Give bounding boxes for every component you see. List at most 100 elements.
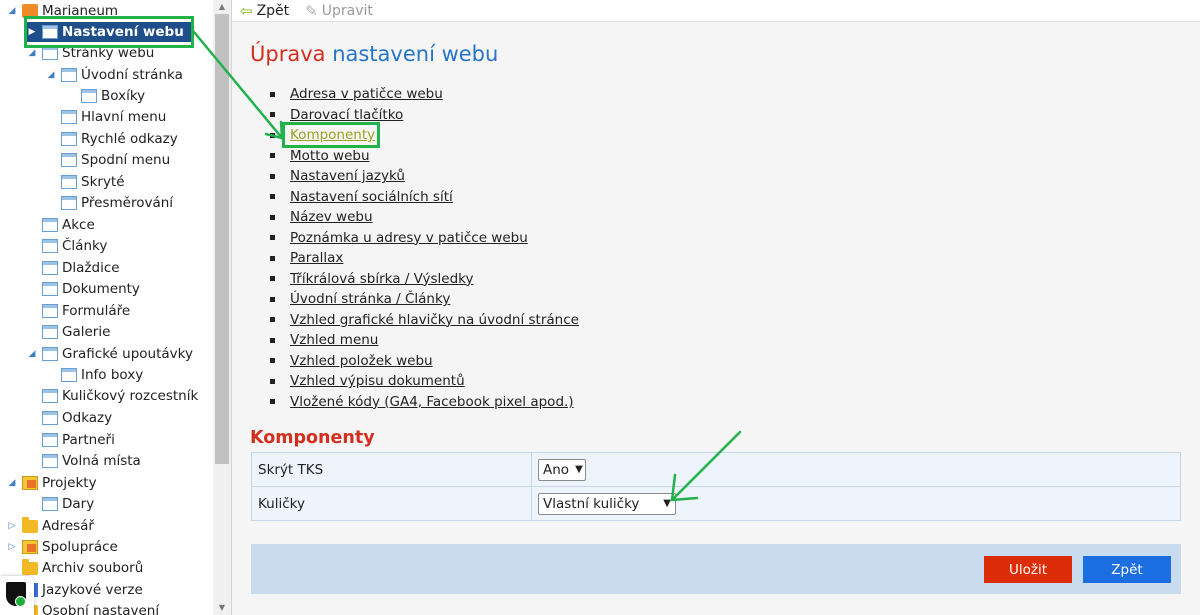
- expand-triangle-icon[interactable]: ◢: [6, 6, 18, 16]
- tree-node-presmerovani[interactable]: Přesměrování: [45, 193, 173, 213]
- back-button-label: Zpět: [256, 2, 290, 19]
- tree-node-kulickovy-rozcestnik[interactable]: Kuličkový rozcestník: [26, 386, 198, 406]
- settings-link[interactable]: Úvodní stránka / Články: [290, 291, 450, 307]
- page-icon: [61, 132, 77, 146]
- settings-link[interactable]: Motto webu: [290, 148, 370, 164]
- tree-node-label: Projekty: [42, 475, 97, 491]
- kulicky-select[interactable]: Vlastní kuličky ▼: [538, 492, 676, 515]
- save-button[interactable]: Uložit: [984, 556, 1072, 583]
- tree-node-label: Spolupráce: [42, 539, 118, 555]
- settings-link[interactable]: Tříkrálová sbírka / Výsledky: [290, 271, 474, 287]
- settings-link[interactable]: Název webu: [290, 209, 373, 225]
- tree-node-archiv-souboru[interactable]: Archiv souborů: [6, 558, 143, 578]
- tree-node-label: Hlavní menu: [81, 109, 167, 125]
- page-icon: [61, 110, 77, 124]
- site-tree-panel: ◢ Marianeum ▶ Nastavení webu ◢ Stránky w…: [0, 0, 232, 615]
- expand-triangle-icon[interactable]: ◢: [26, 48, 38, 58]
- tree-node-label: Články: [62, 238, 108, 254]
- tree-node-label: Dlaždice: [62, 260, 120, 276]
- tree-node-boxiky[interactable]: Boxíky: [65, 86, 145, 106]
- expand-triangle-icon[interactable]: ◢: [26, 349, 38, 359]
- page-icon: [42, 497, 58, 511]
- scroll-up-arrow-icon[interactable]: ▲: [213, 0, 231, 14]
- expand-triangle-icon[interactable]: ◢: [6, 478, 18, 488]
- page-icon: [42, 325, 58, 339]
- settings-link[interactable]: Vzhled výpisu dokumentů: [290, 373, 465, 389]
- scroll-down-arrow-icon[interactable]: ▼: [213, 601, 231, 615]
- tree-node-label: Spodní menu: [81, 152, 171, 168]
- page-title-rest: nastavení webu: [332, 42, 499, 66]
- back-arrow-icon: ⇦: [240, 1, 253, 20]
- tree-node-projekty[interactable]: ◢ Projekty: [6, 473, 97, 493]
- collapsed-triangle-icon[interactable]: ▷: [6, 521, 18, 531]
- settings-link[interactable]: Adresa v patičce webu: [290, 86, 443, 102]
- skryt-tks-select[interactable]: Ano ▼: [538, 458, 586, 481]
- settings-link[interactable]: Poznámka u adresy v patičce webu: [290, 230, 528, 246]
- tree-node-label: Odkazy: [62, 410, 113, 426]
- page-icon: [61, 368, 77, 382]
- tree-scrollbar[interactable]: ▲ ▼: [213, 0, 231, 615]
- tree-node-formulare[interactable]: Formuláře: [26, 301, 130, 321]
- expand-triangle-icon[interactable]: ◢: [45, 70, 57, 80]
- page-icon: [42, 218, 58, 232]
- tree-node-adresar[interactable]: ▷ Adresář: [6, 516, 94, 536]
- back-footer-button[interactable]: Zpět: [1083, 556, 1171, 583]
- settings-link[interactable]: Vzhled grafické hlavičky na úvodní strán…: [290, 312, 579, 328]
- settings-link[interactable]: Darovací tlačítko: [290, 107, 403, 123]
- annotation-box-selected-node: [24, 16, 194, 48]
- page-icon: [61, 68, 77, 82]
- tree-node-galerie[interactable]: Galerie: [26, 322, 110, 342]
- page-icon: [81, 89, 97, 103]
- chevron-down-icon: ▼: [575, 464, 583, 475]
- tree-node-akce[interactable]: Akce: [26, 215, 95, 235]
- tree-node-uvodni-stranka[interactable]: ◢ Úvodní stránka: [45, 65, 183, 85]
- list-item: Vzhled výpisu dokumentů: [270, 371, 579, 392]
- folder-multi-icon: [22, 540, 38, 554]
- select-value: Vlastní kuličky: [543, 495, 640, 512]
- tree-node-graficke-upoutavky[interactable]: ◢ Grafické upoutávky: [26, 344, 193, 364]
- edit-button[interactable]: ✎ Upravit: [305, 2, 373, 20]
- tree-node-label: Boxíky: [101, 88, 146, 104]
- tree-node-spoluprace[interactable]: ▷ Spolupráce: [6, 537, 118, 557]
- list-item: Nastavení sociálních sítí: [270, 187, 579, 208]
- settings-link[interactable]: Vzhled položek webu: [290, 353, 433, 369]
- tree-node-dokumenty[interactable]: Dokumenty: [26, 279, 140, 299]
- section-title: Komponenty: [250, 428, 375, 448]
- page-title: Úprava nastavení webu: [250, 42, 498, 66]
- page-icon: [61, 175, 77, 189]
- tree-node-label: Dokumenty: [62, 281, 140, 297]
- annotation-box-komponenty-link: [282, 122, 380, 148]
- tree-node-info-boxy[interactable]: Info boxy: [45, 365, 143, 385]
- list-item: Motto webu: [270, 146, 579, 167]
- settings-link[interactable]: Nastavení jazyků: [290, 168, 405, 184]
- tree-node-label: Formuláře: [62, 303, 131, 319]
- pencil-icon: ✎: [305, 1, 318, 20]
- collapsed-triangle-icon[interactable]: ▷: [6, 542, 18, 552]
- tree-node-label: Akce: [62, 217, 95, 233]
- settings-link[interactable]: Nastavení sociálních sítí: [290, 189, 453, 205]
- tree-node-rychle-odkazy[interactable]: Rychlé odkazy: [45, 129, 178, 149]
- scrollbar-thumb[interactable]: [215, 14, 229, 464]
- tree-node-skryte[interactable]: Skryté: [45, 172, 125, 192]
- tree-node-dary[interactable]: Dary: [26, 494, 94, 514]
- tree-node-hlavni-menu[interactable]: Hlavní menu: [45, 107, 166, 127]
- settings-link[interactable]: Vzhled menu: [290, 332, 378, 348]
- tree-node-label: Grafické upoutávky: [62, 346, 193, 362]
- tree-node-dlazdice[interactable]: Dlaždice: [26, 258, 120, 278]
- tree-node-volna-mista[interactable]: Volná místa: [26, 451, 141, 471]
- back-button[interactable]: ⇦ Zpět: [240, 2, 289, 20]
- settings-link[interactable]: Parallax: [290, 250, 343, 266]
- tree-node-spodni-menu[interactable]: Spodní menu: [45, 150, 170, 170]
- security-shield-badge[interactable]: [0, 576, 34, 615]
- page-icon: [42, 304, 58, 318]
- tree-node-clanky[interactable]: Články: [26, 236, 107, 256]
- page-title-first-word: Úprava: [250, 42, 326, 66]
- page-icon: [42, 433, 58, 447]
- action-bar: Uložit Zpět: [251, 544, 1181, 594]
- settings-link[interactable]: Vložené kódy (GA4, Facebook pixel apod.): [290, 394, 574, 410]
- table-row: Kuličky Vlastní kuličky ▼: [251, 486, 1181, 521]
- setting-label: Kuličky: [251, 486, 532, 521]
- tree-node-odkazy[interactable]: Odkazy: [26, 408, 112, 428]
- tree-node-partneri[interactable]: Partneři: [26, 430, 115, 450]
- page-icon: [42, 389, 58, 403]
